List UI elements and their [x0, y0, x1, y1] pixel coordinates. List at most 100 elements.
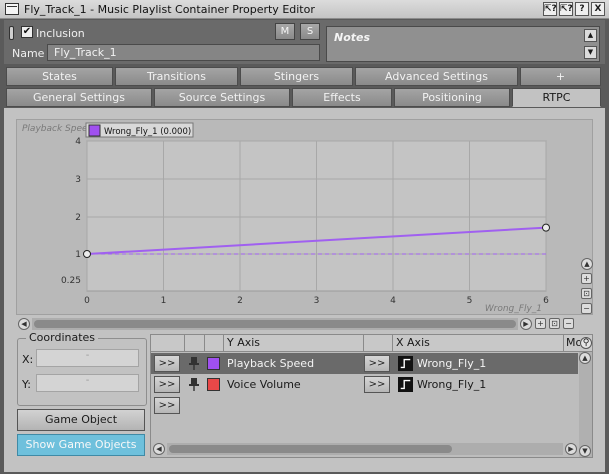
rtpc-row[interactable]: >> Voice Volume >> Wrong_Fly_1	[151, 374, 578, 395]
window-title: Fly_Track_1 - Music Playlist Container P…	[24, 3, 315, 16]
rtpc-row[interactable]: >> Playback Speed >> Wrong_Fly_1	[151, 353, 578, 374]
select-x-axis-button[interactable]: >>	[364, 355, 390, 372]
notes-field[interactable]: Notes ▲ ▼	[326, 26, 600, 62]
list-scroll-right-icon[interactable]: ▶	[565, 443, 577, 455]
show-game-objects-button[interactable]: Show Game Objects	[17, 434, 145, 456]
y-tick-label: 2	[75, 213, 81, 223]
y-tick-label: 1	[75, 250, 81, 260]
tab-advanced-settings[interactable]: Advanced Settings	[355, 67, 518, 86]
y-axis-title: Playback Speed	[22, 124, 94, 134]
graph-scroll-up-icon[interactable]: ▲	[581, 258, 593, 270]
mute-button[interactable]: M	[275, 23, 295, 40]
tab-states[interactable]: States	[6, 67, 113, 86]
rtpc-row-empty[interactable]: >>	[151, 395, 578, 416]
pin-icon[interactable]	[189, 357, 199, 370]
header-divider	[563, 335, 564, 352]
search-icon[interactable]: ⚲	[580, 337, 592, 349]
x-coordinate-label: X:	[22, 353, 34, 366]
title-bar: Fly_Track_1 - Music Playlist Container P…	[0, 0, 609, 19]
x-axis-column-header[interactable]: X Axis	[396, 336, 430, 349]
header-divider	[392, 335, 393, 352]
tab-stingers[interactable]: Stingers	[240, 67, 353, 86]
coordinates-group: Coordinates X: - Y: -	[17, 331, 147, 406]
mode-column-header[interactable]: Mo	[566, 336, 580, 349]
zoom-out-y-icon[interactable]: −	[581, 303, 592, 314]
name-label: Name	[12, 47, 45, 60]
x-tick-label: 4	[390, 296, 396, 306]
inclusion-label: Inclusion	[36, 27, 85, 40]
select-y-axis-button[interactable]: >>	[154, 397, 180, 414]
select-y-axis-button[interactable]: >>	[154, 355, 180, 372]
notes-scroll-down-icon[interactable]: ▼	[584, 46, 597, 59]
y-tick-label: 0.25	[61, 276, 81, 286]
y-axis-color-swatch[interactable]	[207, 357, 220, 370]
graph-horizontal-scrollbar[interactable]	[32, 318, 518, 330]
tab-effects[interactable]: Effects	[292, 88, 392, 107]
solo-button[interactable]: S	[300, 23, 320, 40]
x-axis-title: Wrong_Fly_1	[485, 304, 542, 314]
legend-swatch	[88, 124, 101, 137]
pin-icon[interactable]	[189, 378, 199, 391]
x-axis-parameter: Wrong_Fly_1	[417, 357, 487, 370]
tab-add[interactable]: +	[520, 67, 601, 86]
list-scroll-left-icon[interactable]: ◀	[153, 443, 165, 455]
coordinates-title: Coordinates	[26, 331, 99, 344]
rtpc-graph[interactable]: 0 1 2 3 4 5 6 4 3 2 1 0.25 Playback Speed Wrong_Fly…	[16, 119, 593, 315]
x-tick-label: 6	[543, 296, 549, 306]
x-tick-label: 2	[237, 296, 243, 306]
y-tick-label: 4	[75, 137, 81, 147]
chart-grid	[86, 140, 547, 292]
curve-point[interactable]	[83, 250, 91, 258]
header-divider	[204, 335, 205, 352]
close-icon[interactable]: X	[591, 2, 605, 16]
name-field[interactable]: Fly_Track_1	[47, 44, 320, 61]
game-object-explorer-button[interactable]: Game Object Explorer...	[17, 409, 145, 446]
notes-label: Notes	[334, 31, 371, 44]
y-coordinate-field[interactable]: -	[36, 374, 139, 392]
zoom-in-y-icon[interactable]: +	[581, 273, 592, 284]
list-vertical-scrollbar[interactable]: ▲ ▼	[579, 352, 592, 457]
curve-point[interactable]	[542, 223, 550, 232]
rtpc-curve-chart[interactable]: 0 1 2 3 4 5 6 4 3 2 1 0.25 Playback Speed Wrong_Fly…	[17, 120, 594, 316]
header-divider	[223, 335, 224, 352]
list-horizontal-scrollbar[interactable]	[167, 443, 563, 455]
zoom-out-x-icon[interactable]: −	[563, 318, 574, 329]
graph-scroll-right-icon[interactable]: ▶	[520, 318, 532, 330]
y-coordinate-label: Y:	[22, 378, 31, 391]
legend-label: Wrong_Fly_1 (0.000)	[104, 127, 191, 137]
list-scroll-down-icon[interactable]: ▼	[579, 445, 591, 457]
unpin-window-icon[interactable]: ⇱?	[559, 2, 573, 16]
rtpc-list: Y Axis X Axis Mo ⚲ >> Playback Speed >> …	[150, 334, 593, 458]
select-y-axis-button[interactable]: >>	[154, 376, 180, 393]
x-tick-label: 5	[467, 296, 473, 306]
curve-type-icon[interactable]	[398, 356, 413, 371]
graph-scroll-thumb[interactable]	[34, 320, 516, 328]
tab-positioning[interactable]: Positioning	[394, 88, 510, 107]
zoom-in-x-icon[interactable]: +	[535, 318, 546, 329]
x-coordinate-field[interactable]: -	[36, 349, 139, 367]
pin-window-icon[interactable]: ⇱?	[543, 2, 557, 16]
curve-type-icon[interactable]	[398, 377, 413, 392]
tab-rtpc[interactable]: RTPC	[512, 88, 601, 107]
zoom-fit-y-icon[interactable]: ⊡	[581, 288, 592, 299]
select-x-axis-button[interactable]: >>	[364, 376, 390, 393]
help-icon[interactable]: ?	[575, 2, 589, 16]
zoom-fit-x-icon[interactable]: ⊡	[549, 318, 560, 329]
x-tick-label: 3	[314, 296, 320, 306]
notes-scroll-up-icon[interactable]: ▲	[584, 29, 597, 42]
list-scroll-up-icon[interactable]: ▲	[579, 352, 591, 364]
inclusion-handle-icon[interactable]	[9, 26, 14, 40]
header-divider	[184, 335, 185, 352]
y-axis-color-swatch[interactable]	[207, 378, 220, 391]
tab-general-settings[interactable]: General Settings	[6, 88, 152, 107]
y-tick-label: 3	[75, 175, 81, 185]
x-tick-label: 1	[161, 296, 167, 306]
inclusion-checkbox[interactable]: ✔	[21, 26, 33, 38]
list-scroll-thumb[interactable]	[169, 445, 452, 453]
tab-source-settings[interactable]: Source Settings	[154, 88, 290, 107]
header-divider	[363, 335, 364, 352]
rtpc-list-header: Y Axis X Axis Mo ⚲	[151, 335, 592, 352]
graph-scroll-left-icon[interactable]: ◀	[18, 318, 30, 330]
tab-transitions[interactable]: Transitions	[115, 67, 238, 86]
y-axis-column-header[interactable]: Y Axis	[227, 336, 260, 349]
